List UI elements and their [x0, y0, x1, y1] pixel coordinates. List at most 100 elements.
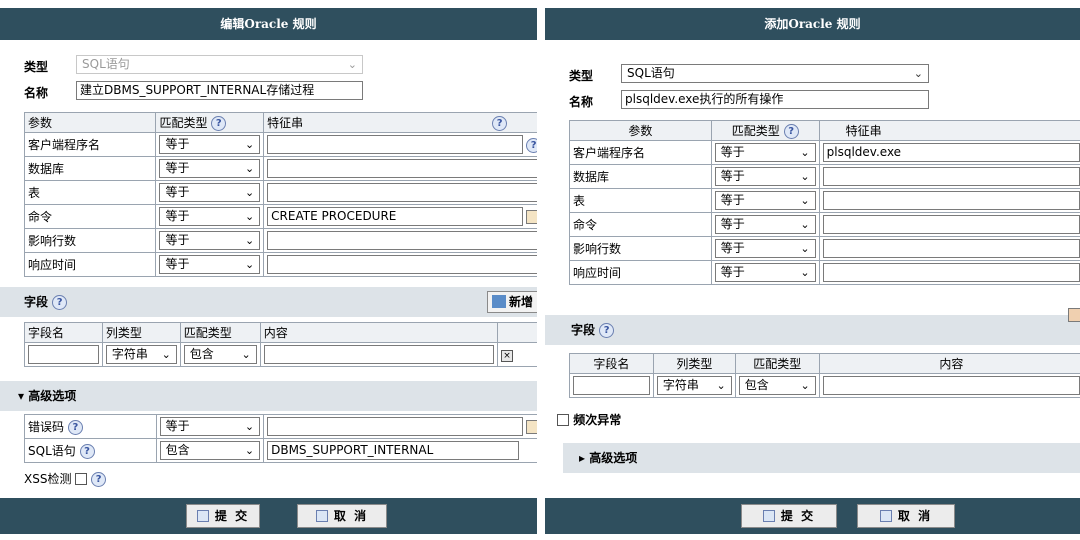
header-match: 匹配类型 [734, 353, 820, 374]
table-header-row: 字段名 列类型 匹配类型 内容 [24, 322, 537, 343]
match-select[interactable]: 等于 ⌄ [714, 143, 816, 162]
collapse-icon[interactable]: ▾ [18, 389, 24, 403]
expand-icon[interactable]: ▸ [579, 451, 585, 465]
submit-icon [762, 510, 775, 522]
advanced-section[interactable]: ▾ 高级选项 [0, 381, 537, 411]
match-select[interactable]: 等于 ⌄ [714, 191, 816, 210]
match-select[interactable]: 等于 ⌄ [159, 135, 261, 154]
feature-input[interactable] [267, 255, 537, 274]
name-input[interactable]: plsqldev.exe执行的所有操作 [621, 90, 929, 109]
feature-input[interactable] [267, 159, 537, 178]
help-icon[interactable]: ? [783, 124, 799, 139]
name-input[interactable]: 建立DBMS_SUPPORT_INTERNAL存储过程 [76, 81, 363, 100]
chevron-down-icon: ⌄ [800, 266, 810, 279]
match-select[interactable]: 等于 ⌄ [159, 255, 261, 274]
help-icon[interactable]: ? [526, 138, 537, 153]
match-select[interactable]: 等于 ⌄ [159, 231, 261, 250]
feature-input[interactable] [822, 263, 1080, 282]
match-select[interactable]: 等于 ⌄ [714, 263, 816, 282]
feature-input[interactable] [267, 135, 524, 154]
chevron-down-icon: ⌄ [244, 420, 255, 433]
chevron-down-icon: ⌄ [800, 170, 810, 183]
chevron-down-icon: ⌄ [244, 138, 255, 151]
match-select[interactable]: 包含 ⌄ [159, 441, 261, 460]
params-table: 参数 匹配类型 ? 特征串? 客户端程序名 等于 ⌄ ? 数据库 等于 ⌄ 表 等于… [23, 112, 537, 277]
feature-input[interactable] [267, 231, 537, 250]
table-header-row: 参数 匹配类型 ? 特征串 [569, 120, 1080, 141]
frequency-checkbox[interactable] [557, 414, 569, 426]
field-content-input[interactable] [263, 345, 495, 364]
match-select[interactable]: 等于 ⌄ [159, 183, 261, 202]
help-icon[interactable]: ? [79, 444, 95, 459]
advanced-section[interactable]: ▸ 高级选项 [563, 443, 1080, 473]
feature-input[interactable] [822, 239, 1080, 258]
match-select[interactable]: 等于 ⌄ [714, 215, 816, 234]
chevron-down-icon: ⌄ [161, 348, 171, 361]
help-icon[interactable]: ? [211, 116, 227, 131]
cancel-icon [879, 510, 892, 522]
edit-icon[interactable] [526, 420, 537, 434]
match-select[interactable]: 等于 ⌄ [714, 239, 816, 258]
table-row: 错误码 ? 等于 ⌄ [24, 414, 537, 439]
feature-input[interactable] [822, 215, 1080, 234]
feature-input[interactable] [822, 191, 1080, 210]
chevron-down-icon: ⌄ [244, 162, 255, 175]
help-icon[interactable]: ? [91, 472, 107, 487]
match-select[interactable]: 等于 ⌄ [159, 159, 261, 178]
field-name-input[interactable] [28, 345, 99, 364]
feature-input[interactable] [267, 183, 537, 202]
delete-icon[interactable]: × [501, 350, 514, 362]
submit-button[interactable]: 提 交 [741, 504, 837, 528]
param-name: 数据库 [569, 164, 712, 189]
field-match-select[interactable]: 包含 ⌄ [738, 376, 816, 395]
chevron-down-icon: ⌄ [716, 379, 726, 392]
table-row: 命令 等于 ⌄ [569, 212, 1080, 237]
table-row: 表 等于 ⌄ [569, 188, 1080, 213]
add-icon[interactable] [1068, 308, 1080, 322]
field-name-input[interactable] [573, 376, 650, 395]
param-name: 响应时间 [569, 260, 712, 285]
advanced-table: 错误码 ? 等于 ⌄ SQL语句 ? 包含 ⌄ DBMS_SUPPORT_INTER… [24, 414, 537, 463]
param-name: 命令 [569, 212, 712, 237]
header-match: 匹配类型 ? [155, 112, 265, 133]
name-label: 名称 [569, 95, 594, 109]
chevron-down-icon: ⌄ [244, 258, 255, 271]
error-code-input[interactable] [267, 417, 524, 436]
submit-button[interactable]: 提 交 [186, 504, 260, 528]
cancel-button[interactable]: 取 消 [857, 504, 955, 528]
chevron-down-icon: ⌄ [913, 67, 923, 80]
match-select[interactable]: 等于 ⌄ [159, 207, 261, 226]
match-select[interactable]: 等于 ⌄ [159, 417, 261, 436]
field-content-input[interactable] [822, 376, 1080, 395]
xss-label: XSS检测 [24, 472, 72, 486]
xss-row: XSS检测 ? [24, 470, 107, 487]
match-select[interactable]: 等于 ⌄ [714, 167, 816, 186]
type-select[interactable]: SQL语句 ⌄ [621, 64, 929, 83]
help-icon[interactable]: ? [492, 116, 508, 131]
type-label: 类型 [569, 69, 594, 83]
col-type-select[interactable]: 字符串 ⌄ [105, 345, 177, 364]
sql-input[interactable]: DBMS_SUPPORT_INTERNAL [267, 441, 520, 460]
param-name: 客户端程序名 [23, 132, 157, 157]
help-icon[interactable]: ? [67, 420, 83, 435]
submit-icon [196, 510, 209, 522]
feature-input[interactable] [822, 167, 1080, 186]
feature-input[interactable]: CREATE PROCEDURE [267, 207, 524, 226]
header-feature: 特征串? [263, 112, 537, 133]
header-content: 内容 [259, 322, 499, 343]
col-type-select[interactable]: 字符串 ⌄ [656, 376, 732, 395]
cancel-button[interactable]: 取 消 [297, 504, 387, 528]
frequency-label: 频次异常 [573, 413, 622, 427]
help-icon[interactable]: ? [599, 323, 615, 338]
help-icon[interactable]: ? [52, 295, 68, 310]
param-name: 表 [569, 188, 712, 213]
type-select[interactable]: SQL语句 ⌄ [76, 55, 363, 74]
xss-checkbox[interactable] [75, 473, 88, 485]
field-match-select[interactable]: 包含 ⌄ [183, 345, 257, 364]
header-content: 内容 [818, 353, 1080, 374]
header-field-name: 字段名 [569, 353, 654, 374]
param-name: 响应时间 [23, 252, 157, 277]
add-field-button[interactable]: 新增 [487, 291, 537, 313]
edit-icon[interactable] [526, 210, 537, 224]
feature-input[interactable]: plsqldev.exe [822, 143, 1080, 162]
